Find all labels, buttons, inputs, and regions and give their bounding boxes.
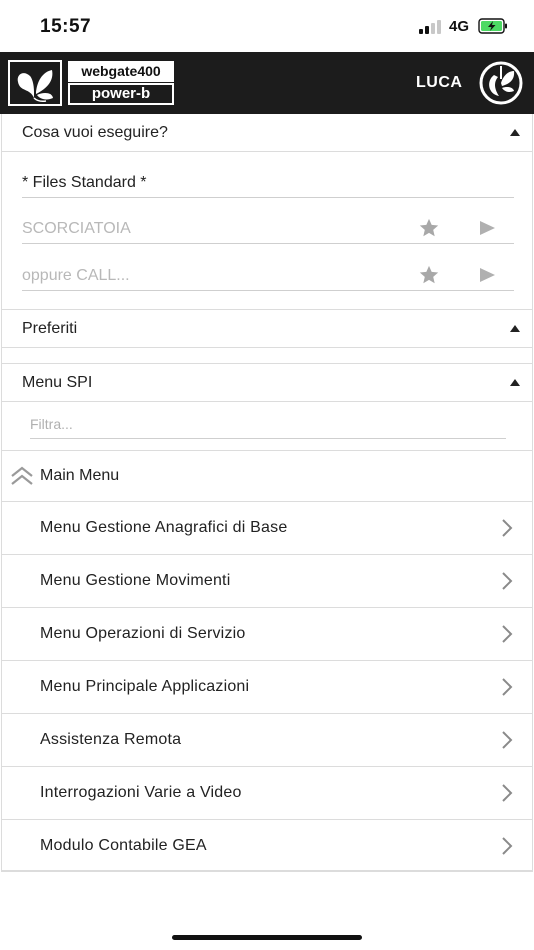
menu-item-label: Menu Principale Applicazioni	[40, 678, 250, 695]
chevron-right-icon	[502, 572, 513, 590]
butterfly-logo-icon	[8, 60, 62, 106]
shortcut-placeholder: SCORCIATOIA	[22, 220, 131, 237]
run-section-header[interactable]: Cosa vuoi eseguire?	[2, 114, 532, 152]
menu-item-label: Menu Gestione Anagrafici di Base	[40, 519, 288, 536]
home-indicator[interactable]	[172, 935, 362, 940]
menu-item[interactable]: Menu Operazioni di Servizio	[2, 608, 532, 661]
chevron-right-icon	[502, 678, 513, 696]
chevron-right-icon	[502, 519, 513, 537]
menu-item[interactable]: Interrogazioni Varie a Video	[2, 767, 532, 820]
chevron-right-icon	[502, 837, 513, 855]
menu-item[interactable]: Menu Gestione Anagrafici di Base	[2, 502, 532, 555]
shortcut-input[interactable]: SCORCIATOIA	[22, 214, 514, 244]
network-type: 4G	[449, 18, 470, 35]
status-time: 15:57	[40, 16, 92, 37]
menu-item-label: Menu Operazioni di Servizio	[40, 625, 246, 642]
menu-section-title: Menu SPI	[22, 374, 93, 391]
menu-item-label: Menu Gestione Movimenti	[40, 572, 231, 589]
call-placeholder: oppure CALL...	[22, 267, 130, 284]
file-select-field[interactable]: * Files Standard *	[22, 168, 514, 198]
chevron-right-icon	[502, 731, 513, 749]
caret-up-icon[interactable]	[510, 325, 520, 332]
brand-subtitle: power-b	[68, 83, 174, 105]
battery-charging-icon	[478, 18, 507, 34]
menu-item-label: Interrogazioni Varie a Video	[40, 784, 242, 801]
caret-up-icon[interactable]	[510, 129, 520, 136]
star-icon[interactable]	[418, 264, 440, 286]
menu-item[interactable]: Menu Principale Applicazioni	[2, 661, 532, 714]
favorites-section-title: Preferiti	[22, 320, 78, 337]
menu-item[interactable]: Menu Gestione Movimenti	[2, 555, 532, 608]
selected-file-value: * Files Standard *	[22, 174, 147, 191]
run-section-title: Cosa vuoi eseguire?	[22, 124, 168, 141]
play-icon[interactable]	[480, 221, 495, 235]
play-icon[interactable]	[480, 268, 495, 282]
brand-name: webgate400	[68, 61, 174, 82]
signal-strength-icon	[419, 20, 443, 34]
content-panel: Cosa vuoi eseguire? * Files Standard * S…	[1, 114, 533, 872]
main-menu-row[interactable]: Main Menu	[2, 450, 532, 502]
power-icon[interactable]	[478, 61, 524, 105]
double-chevron-up-icon[interactable]	[10, 465, 34, 487]
status-bar: 15:57 4G	[0, 0, 534, 52]
filter-input[interactable]	[30, 411, 506, 437]
call-input[interactable]: oppure CALL...	[22, 261, 514, 291]
chevron-right-icon	[502, 625, 513, 643]
menu-item-label: Modulo Contabile GEA	[40, 837, 207, 854]
caret-up-icon[interactable]	[510, 379, 520, 386]
menu-item[interactable]: Modulo Contabile GEA	[2, 820, 532, 873]
user-name[interactable]: LUCA	[416, 74, 462, 92]
favorites-section-header[interactable]: Preferiti	[2, 310, 532, 348]
menu-item[interactable]: Assistenza Remota	[2, 714, 532, 767]
star-icon[interactable]	[418, 217, 440, 239]
menu-section-header[interactable]: Menu SPI	[2, 364, 532, 402]
chevron-right-icon	[502, 784, 513, 802]
main-menu-label: Main Menu	[40, 467, 120, 484]
menu-item-label: Assistenza Remota	[40, 731, 182, 748]
filter-field[interactable]	[30, 411, 506, 439]
